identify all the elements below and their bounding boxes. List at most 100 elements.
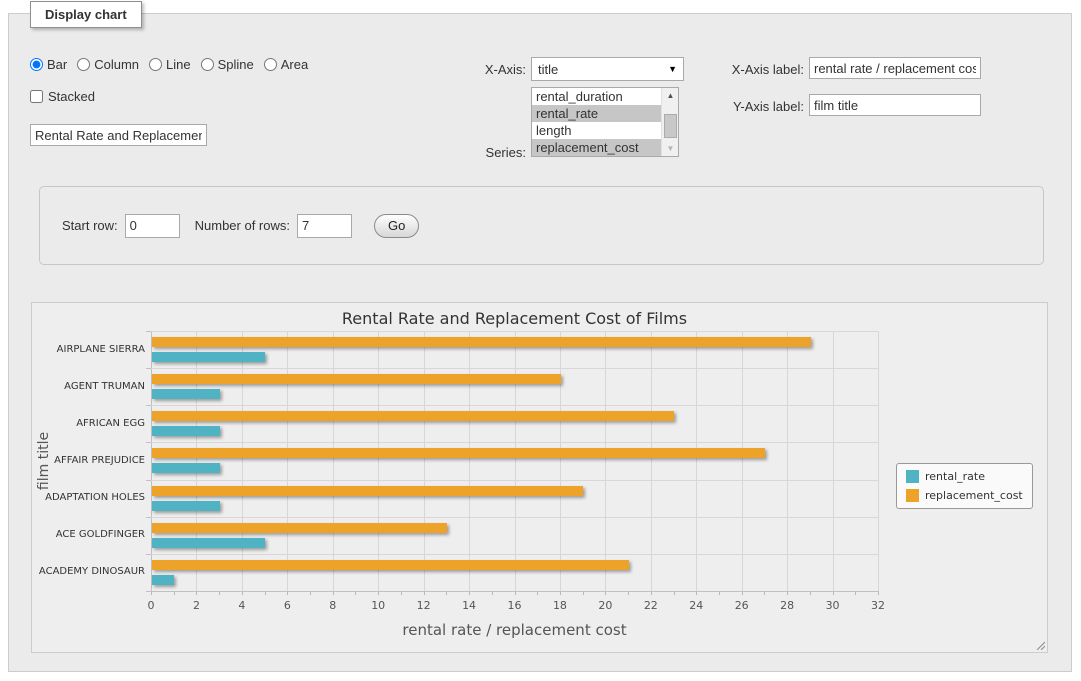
start-row-input[interactable] xyxy=(125,214,180,238)
x-axis-label-input[interactable] xyxy=(809,57,981,79)
y-axis-label-field-label: Y-Axis label: xyxy=(699,99,804,114)
series-listbox[interactable]: rental_durationrental_ratelengthreplacem… xyxy=(531,87,679,157)
category-label-2: AFRICAN EGG xyxy=(35,418,145,429)
x-tick-label-24: 24 xyxy=(679,599,713,612)
x-tick-label-4: 4 xyxy=(225,599,259,612)
bar-replacement-cost-3 xyxy=(152,448,765,458)
gridline-x-22 xyxy=(651,331,652,591)
x-tick-label-10: 10 xyxy=(361,599,395,612)
chart-title-input[interactable] xyxy=(30,124,207,146)
series-option-length[interactable]: length xyxy=(532,122,663,139)
y-tick-mark-4 xyxy=(146,480,151,481)
panel-title: Display chart xyxy=(30,1,142,28)
x-tick-label-18: 18 xyxy=(543,599,577,612)
series-options: rental_durationrental_ratelengthreplacem… xyxy=(532,88,678,156)
gridline-x-0 xyxy=(151,331,152,591)
chart-type-option-column: Column xyxy=(77,57,139,72)
y-tick-mark-0 xyxy=(146,331,151,332)
legend-swatch-replacement_cost xyxy=(906,489,919,502)
dropdown-arrow-icon: ▼ xyxy=(668,64,677,74)
x-axis-label-field-label: X-Axis label: xyxy=(699,62,804,77)
category-label-5: ACE GOLDFINGER xyxy=(35,529,145,540)
chart-type-radio-line[interactable] xyxy=(149,58,162,71)
legend-label-rental_rate: rental_rate xyxy=(925,470,985,483)
x-axis-selected-value: title xyxy=(538,62,668,77)
legend-item-rental_rate[interactable]: rental_rate xyxy=(906,470,1023,483)
x-tick-label-2: 2 xyxy=(179,599,213,612)
x-tick-label-8: 8 xyxy=(316,599,350,612)
go-button[interactable]: Go xyxy=(374,214,419,238)
gridline-x-4 xyxy=(242,331,243,591)
chart-type-radio-column[interactable] xyxy=(77,58,90,71)
chart-type-option-area: Area xyxy=(264,57,308,72)
stacked-label: Stacked xyxy=(48,89,95,104)
y-tick-mark-3 xyxy=(146,442,151,443)
y-tick-mark-5 xyxy=(146,517,151,518)
scrollbar-thumb[interactable] xyxy=(664,114,677,138)
gridline-x-8 xyxy=(333,331,334,591)
x-tick-label-12: 12 xyxy=(407,599,441,612)
chart-type-label-area: Area xyxy=(281,57,308,72)
scroll-down-icon[interactable]: ▼ xyxy=(662,141,679,156)
gridline-x-32 xyxy=(878,331,879,591)
gridline-x-16 xyxy=(515,331,516,591)
series-option-replacement_cost[interactable]: replacement_cost xyxy=(532,139,663,156)
series-option-rental_duration[interactable]: rental_duration xyxy=(532,88,663,105)
category-label-6: ACADEMY DINOSAUR xyxy=(35,566,145,577)
chart-type-option-spline: Spline xyxy=(201,57,254,72)
chart-type-label-bar: Bar xyxy=(47,57,67,72)
legend-item-replacement_cost[interactable]: replacement_cost xyxy=(906,489,1023,502)
chart-legend: rental_rate replacement_cost xyxy=(896,463,1033,509)
chart-container: Rental Rate and Replacement Cost of Film… xyxy=(31,302,1048,653)
bar-rental-rate-5 xyxy=(152,538,265,548)
gridline-x-2 xyxy=(196,331,197,591)
chart-type-radio-spline[interactable] xyxy=(201,58,214,71)
chart-title: Rental Rate and Replacement Cost of Film… xyxy=(151,309,878,328)
chart-type-radio-group: BarColumnLineSplineArea xyxy=(30,57,308,72)
chart-type-radio-area[interactable] xyxy=(264,58,277,71)
row-range-form: Start row: Number of rows: Go xyxy=(39,186,1044,265)
x-tick-label-20: 20 xyxy=(588,599,622,612)
x-axis-select[interactable]: title ▼ xyxy=(531,57,684,81)
gridline-x-24 xyxy=(696,331,697,591)
gridline-x-14 xyxy=(469,331,470,591)
chart-plot-area: 02468101214161820222426283032AIRPLANE SI… xyxy=(151,331,878,591)
gridline-x-6 xyxy=(287,331,288,591)
bar-rental-rate-2 xyxy=(152,426,220,436)
gridline-y-7 xyxy=(151,591,878,592)
chart-type-option-bar: Bar xyxy=(30,57,67,72)
gridline-x-28 xyxy=(787,331,788,591)
bar-replacement-cost-6 xyxy=(152,560,629,570)
y-tick-mark-2 xyxy=(146,405,151,406)
resize-handle-icon[interactable] xyxy=(1034,639,1045,650)
bar-rental-rate-4 xyxy=(152,501,220,511)
bar-replacement-cost-0 xyxy=(152,337,811,347)
y-tick-mark-6 xyxy=(146,554,151,555)
bar-rental-rate-0 xyxy=(152,352,265,362)
category-label-0: AIRPLANE SIERRA xyxy=(35,344,145,355)
y-axis-label-input[interactable] xyxy=(809,94,981,116)
number-of-rows-input[interactable] xyxy=(297,214,352,238)
chart-type-label-spline: Spline xyxy=(218,57,254,72)
bar-rental-rate-6 xyxy=(152,575,174,585)
legend-label-replacement_cost: replacement_cost xyxy=(925,489,1023,502)
y-tick-mark-1 xyxy=(146,368,151,369)
gridline-x-10 xyxy=(378,331,379,591)
series-scrollbar[interactable]: ▲ ▼ xyxy=(661,88,678,156)
start-row-label: Start row: xyxy=(62,218,118,233)
scroll-up-icon[interactable]: ▲ xyxy=(662,88,679,103)
x-axis-field-label: X-Axis: xyxy=(421,62,526,77)
bar-replacement-cost-2 xyxy=(152,411,674,421)
gridline-y-2 xyxy=(151,405,878,406)
series-option-rental_rate[interactable]: rental_rate xyxy=(532,105,663,122)
chart-y-axis-title: film title xyxy=(36,432,52,490)
x-tick-label-32: 32 xyxy=(861,599,895,612)
display-chart-panel: Display chart BarColumnLineSplineArea St… xyxy=(8,13,1072,672)
stacked-checkbox[interactable] xyxy=(30,90,43,103)
chart-type-radio-bar[interactable] xyxy=(30,58,43,71)
chart-type-label-column: Column xyxy=(94,57,139,72)
bar-replacement-cost-4 xyxy=(152,486,583,496)
gridline-y-4 xyxy=(151,480,878,481)
gridline-x-12 xyxy=(424,331,425,591)
gridline-x-20 xyxy=(605,331,606,591)
